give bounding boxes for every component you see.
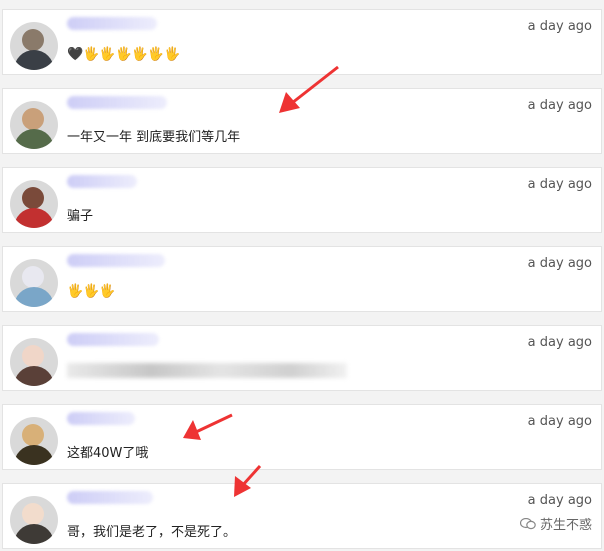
watermark-text: 苏生不惑 (539, 518, 592, 533)
annotation-arrow (234, 464, 262, 497)
watermark: 苏生不惑 (519, 514, 592, 533)
wechat-icon (519, 517, 536, 530)
